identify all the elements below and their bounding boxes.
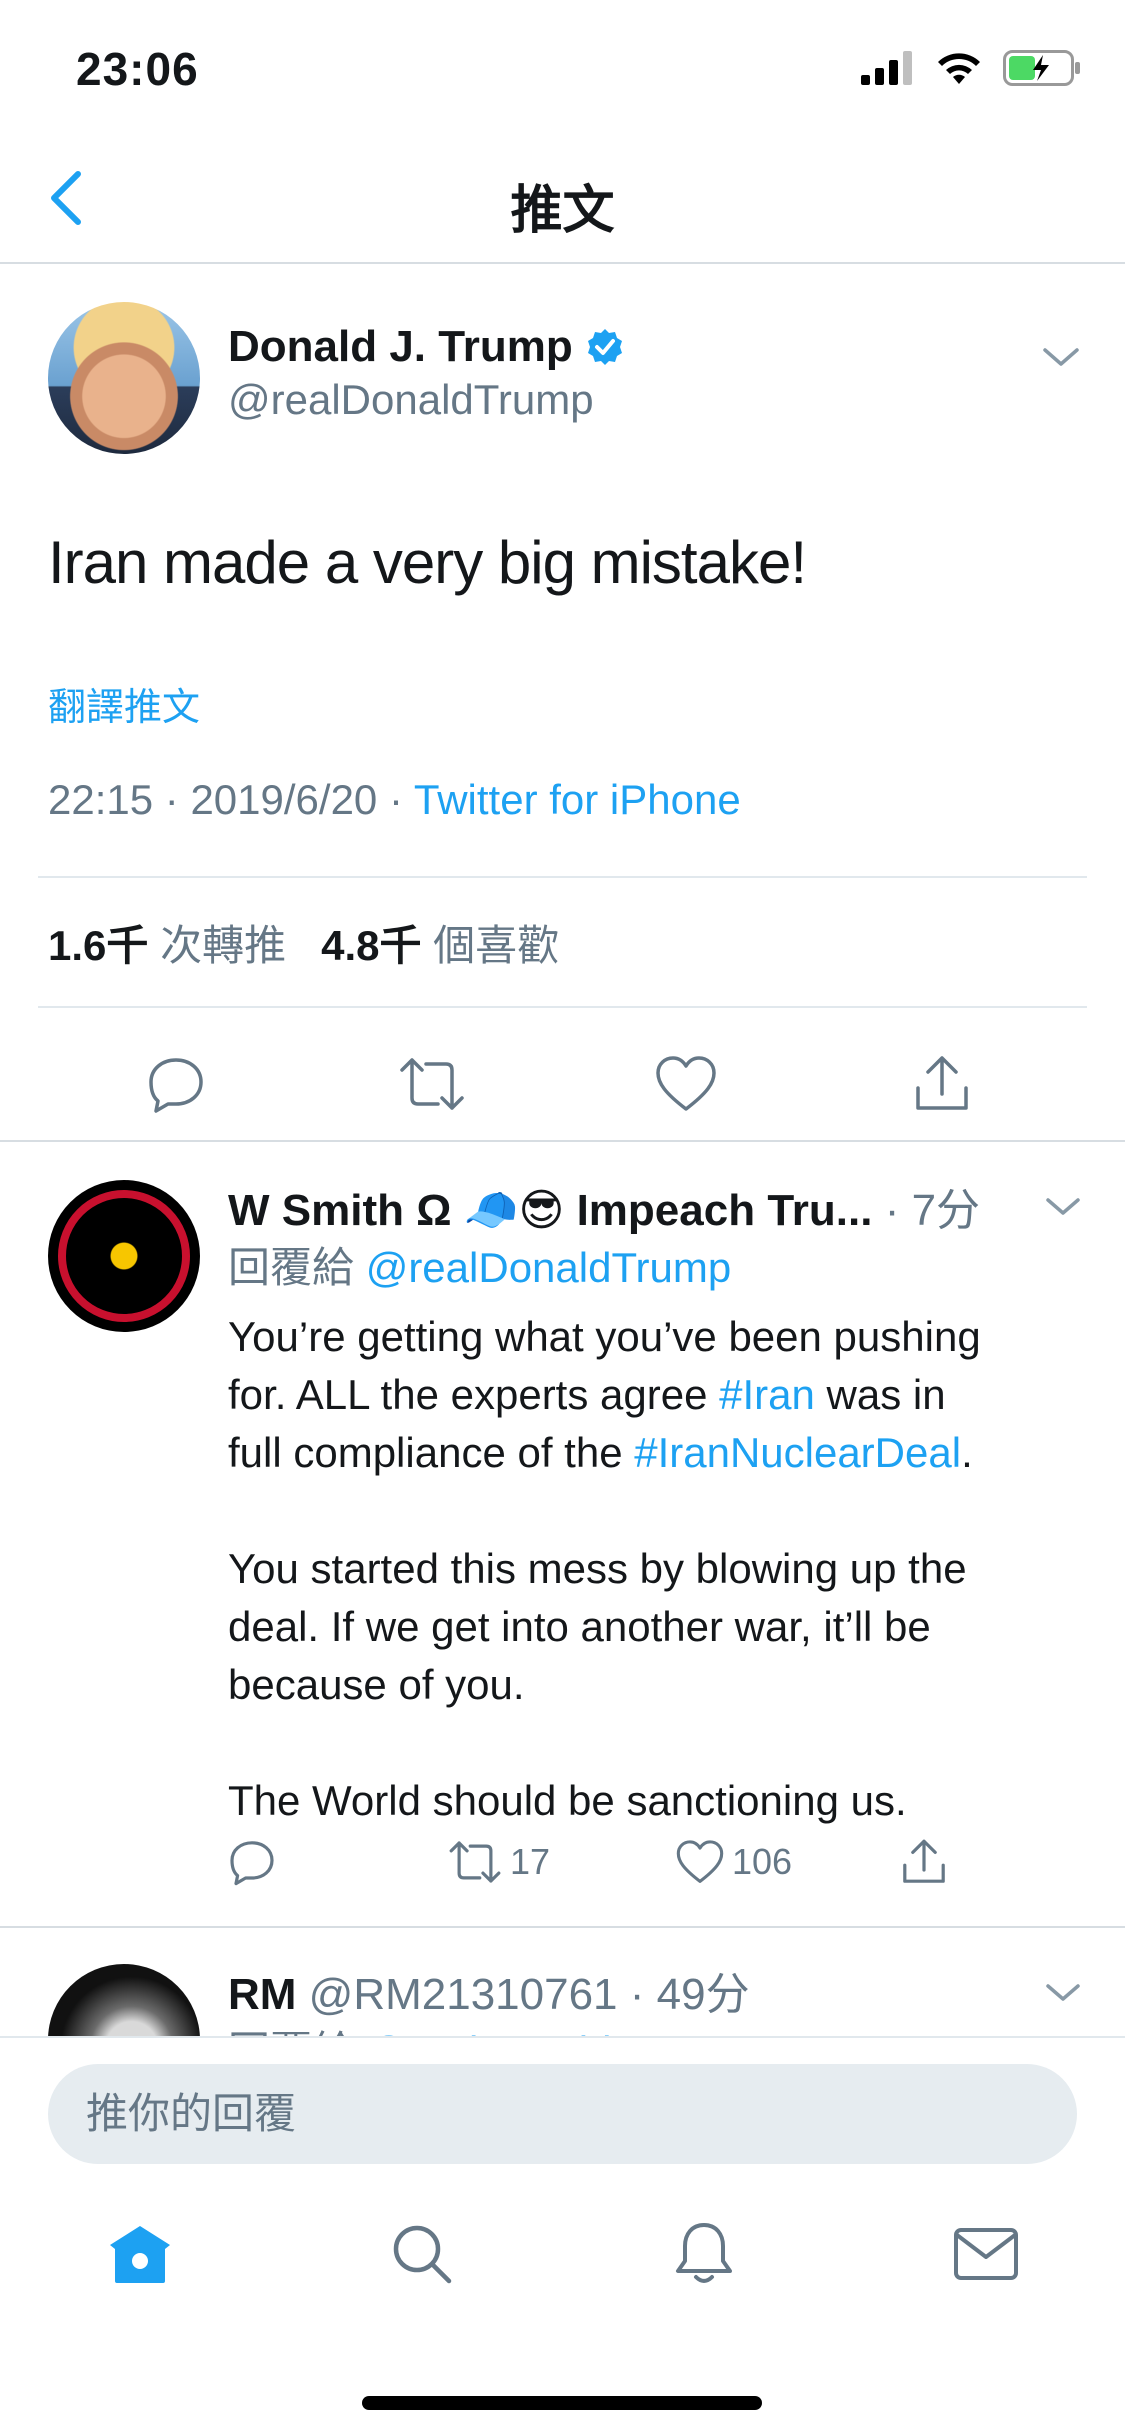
reply-to-label: 回覆給 xyxy=(228,1244,355,1291)
avatar[interactable] xyxy=(48,1180,200,1332)
tab-home[interactable] xyxy=(90,2204,190,2304)
reply-line: full compliance of the #IranNuclearDeal. xyxy=(228,1424,1088,1482)
reply-author: W Smith Ω 🧢😎 Impeach Tru... · 7分 xyxy=(228,1174,980,1238)
reply-text-fragment: for. ALL the experts agree xyxy=(228,1371,720,1418)
like-label: 個喜歡 xyxy=(433,922,560,969)
status-icons xyxy=(861,48,1081,88)
reply-author-name[interactable]: RM xyxy=(228,1970,296,2019)
retweet-count: 1.6千 xyxy=(48,922,149,969)
home-icon xyxy=(110,2226,170,2283)
bell-icon xyxy=(676,2223,732,2283)
verified-badge-icon xyxy=(587,329,622,365)
tweet-text: Iran made a very big mistake! xyxy=(48,529,807,596)
reply-line: You started this mess by blowing up the xyxy=(228,1545,967,1592)
home-indicator xyxy=(362,2396,762,2410)
meta-separator: · xyxy=(164,776,191,823)
divider xyxy=(38,876,1087,878)
avatar[interactable] xyxy=(48,1964,200,2036)
retweet-count: 17 xyxy=(510,1841,551,1882)
heart-icon xyxy=(656,1056,716,1111)
bottom-area xyxy=(0,2036,1125,2436)
like-count: 4.8千 xyxy=(321,922,422,969)
tweet-actions xyxy=(0,1036,1125,1132)
reply-button[interactable] xyxy=(128,1036,224,1132)
reply-to-mention[interactable]: @realDonaldTrump xyxy=(366,1244,732,1291)
tab-notifications[interactable] xyxy=(654,2204,754,2304)
tab-messages[interactable] xyxy=(936,2204,1036,2304)
reply-to: 回覆給 @realDonaldTrump xyxy=(228,2018,731,2036)
author-handle[interactable]: @realDonaldTrump xyxy=(228,376,594,424)
tab-search[interactable] xyxy=(372,2204,472,2304)
meta-separator: · xyxy=(388,776,414,823)
tab-bar xyxy=(0,2204,1125,2324)
reply-time: · 7分 xyxy=(884,1186,981,1235)
retweet-label: 次轉推 xyxy=(160,922,287,969)
reply-text-fragment: was in xyxy=(814,1371,946,1418)
reply-line: because of you. xyxy=(228,1661,525,1708)
reply-tweet[interactable]: W Smith Ω 🧢😎 Impeach Tru... · 7分 回覆給 @re… xyxy=(0,1142,1125,1926)
chevron-down-icon[interactable] xyxy=(1045,1980,1081,2006)
reply-button[interactable] xyxy=(228,1832,276,1892)
status-time: 23:06 xyxy=(76,43,199,95)
chevron-down-icon[interactable] xyxy=(1041,342,1081,372)
reply-time: · 49分 xyxy=(629,1970,750,2019)
reply-author: RM @RM21310761 · 49分 xyxy=(228,1958,750,2022)
like-button[interactable] xyxy=(638,1036,734,1132)
status-bar: 23:06 xyxy=(0,0,1125,132)
search-icon xyxy=(393,2225,452,2284)
share-icon xyxy=(903,1839,945,1883)
reply-author-handle[interactable]: @RM21310761 xyxy=(309,1970,618,2019)
hashtag-link[interactable]: #Iran xyxy=(719,1371,815,1418)
nav-bar: 推文 xyxy=(0,132,1125,264)
reply-line: for. ALL the experts agree #Iran was in xyxy=(228,1366,1088,1424)
author-name[interactable]: Donald J. Trump xyxy=(228,322,625,372)
like-stat[interactable]: 4.8千 個喜歡 xyxy=(321,922,559,969)
heart-icon xyxy=(676,1840,724,1883)
reply-to-mention[interactable]: @realDonaldTrump xyxy=(366,2028,732,2036)
tweet-source-link[interactable]: Twitter for iPhone xyxy=(414,776,741,823)
reply-text-fragment: full compliance of the xyxy=(228,1429,635,1476)
reply-line: You’re getting what you’ve been pushing xyxy=(228,1313,981,1360)
reply-author-name[interactable]: W Smith Ω 🧢😎 Impeach Tru... xyxy=(228,1186,872,1235)
reply-input[interactable] xyxy=(48,2064,1077,2164)
wifi-icon xyxy=(938,53,980,84)
retweet-stat[interactable]: 1.6千 次轉推 xyxy=(48,922,286,969)
tweet-meta: 22:15 · 2019/6/20 · Twitter for iPhone xyxy=(48,776,741,824)
tweet-time: 22:15 xyxy=(48,776,154,823)
reply-to: 回覆給 @realDonaldTrump xyxy=(228,1234,731,1295)
reply-line: The World should be sanctioning us. xyxy=(228,1777,907,1824)
chevron-down-icon[interactable] xyxy=(1045,1194,1081,1220)
retweet-button[interactable] xyxy=(384,1036,480,1132)
retweet-button[interactable]: 17 xyxy=(448,1832,550,1892)
reply-tweet[interactable]: RM @RM21310761 · 49分 回覆給 @realDonaldTrum… xyxy=(0,1928,1125,2036)
author-name-text: Donald J. Trump xyxy=(228,322,573,371)
tweet-date: 2019/6/20 xyxy=(190,776,378,823)
reply-composer[interactable] xyxy=(48,2064,1077,2164)
signal-icon xyxy=(861,51,912,85)
like-count: 106 xyxy=(732,1841,793,1882)
like-button[interactable]: 106 xyxy=(676,1832,792,1892)
divider xyxy=(38,1006,1087,1008)
page-title: 推文 xyxy=(510,182,615,240)
reply-line: deal. If we get into another war, it’ll … xyxy=(228,1603,931,1650)
reply-actions: 17 106 xyxy=(228,1832,988,1892)
mail-icon xyxy=(954,2228,1018,2280)
reply-text-fragment: . xyxy=(961,1429,973,1476)
tweet-stats: 1.6千 次轉推 4.8千 個喜歡 xyxy=(48,912,559,973)
retweet-icon xyxy=(449,1841,501,1883)
avatar[interactable] xyxy=(48,302,200,454)
reply-icon xyxy=(230,1841,274,1886)
hashtag-link[interactable]: #IranNuclearDeal xyxy=(634,1429,961,1476)
battery-icon xyxy=(1003,50,1080,86)
share-icon xyxy=(916,1056,968,1110)
translate-tweet-link[interactable]: 翻譯推文 xyxy=(48,676,200,731)
share-button[interactable] xyxy=(894,1036,990,1132)
share-button[interactable] xyxy=(900,1832,948,1892)
reply-text: You’re getting what you’ve been pushing … xyxy=(228,1308,1088,1830)
retweet-icon xyxy=(400,1058,464,1110)
reply-to-label: 回覆給 xyxy=(228,2028,354,2036)
reply-icon xyxy=(149,1058,203,1113)
